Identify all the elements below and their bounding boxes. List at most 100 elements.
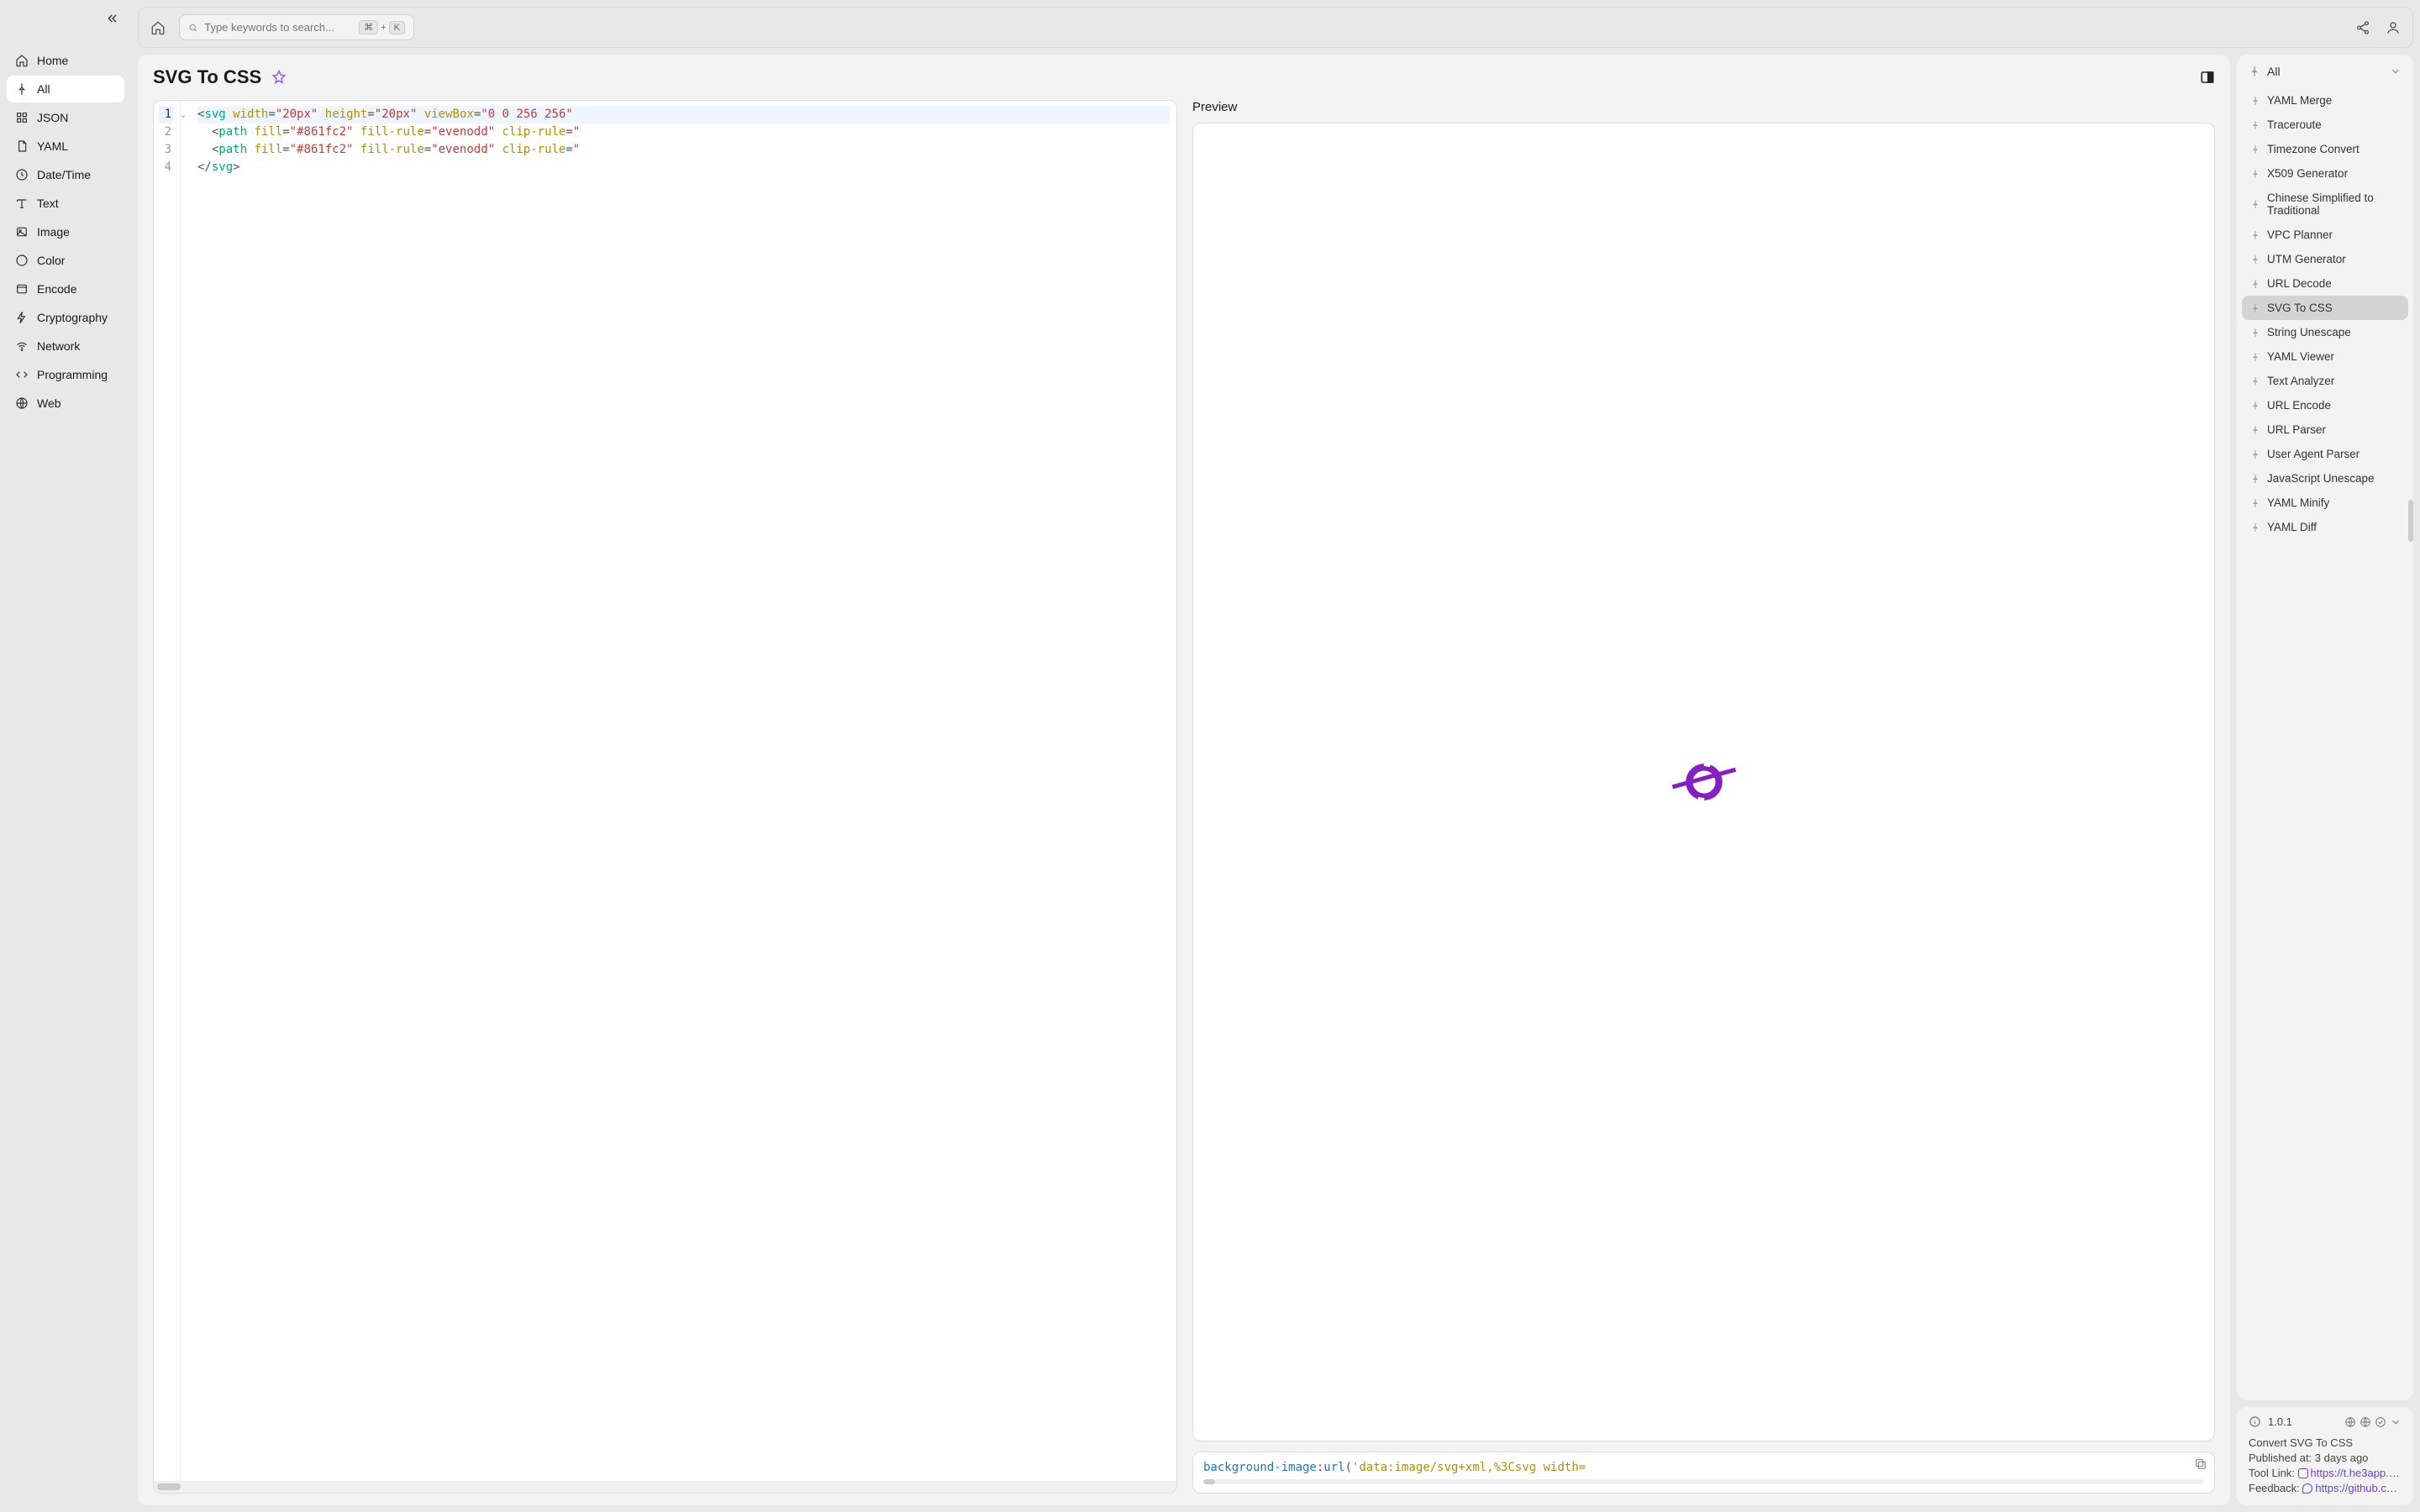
tool-item-x-generator[interactable]: X509 Generator	[2242, 161, 2408, 186]
sidebar-item-label: Image	[37, 225, 70, 239]
preview-box	[1192, 123, 2215, 1441]
tool-item-vpc-planner[interactable]: VPC Planner	[2242, 223, 2408, 247]
tool-item-yaml-minify[interactable]: YAML Minify	[2242, 491, 2408, 515]
pin-icon	[2250, 144, 2260, 155]
sidebar-item-label: Programming	[37, 368, 108, 381]
css-output-code[interactable]: background-image:url('data:image/svg+xml…	[1203, 1461, 2204, 1474]
tool-item-label: Text Analyzer	[2267, 375, 2334, 387]
globe-icon-2[interactable]	[2360, 1416, 2371, 1428]
fold-column[interactable]: ⌄	[181, 101, 191, 1481]
search-input[interactable]	[204, 21, 352, 34]
tool-item-yaml-merge[interactable]: YAML Merge	[2242, 88, 2408, 113]
sidebar-item-image[interactable]: Image	[7, 218, 124, 245]
sidebar-item-yaml[interactable]: YAML	[7, 133, 124, 160]
info-tool-link[interactable]: Tool Link: https://t.he3app.co…	[2249, 1467, 2402, 1479]
tool-item-label: X509 Generator	[2267, 167, 2348, 180]
tool-item-utm-generator[interactable]: UTM Generator	[2242, 247, 2408, 271]
code-lines[interactable]: <svg width="20px" height="20px" viewBox=…	[191, 101, 1176, 1481]
search-box[interactable]: ⌘ + K	[179, 14, 414, 40]
tool-item-yaml-viewer[interactable]: YAML Viewer	[2242, 344, 2408, 369]
tool-item-url-encode[interactable]: URL Encode	[2242, 393, 2408, 417]
tools-panel: All YAML MergeTracerouteTimezone Convert…	[2237, 55, 2413, 1400]
sidebar-item-network[interactable]: Network	[7, 333, 124, 360]
tool-item-timezone-convert[interactable]: Timezone Convert	[2242, 137, 2408, 161]
tools-panel-scrollbar[interactable]	[2408, 500, 2413, 542]
tool-item-chinese-simplified-to-traditional[interactable]: Chinese Simplified to Traditional	[2242, 186, 2408, 223]
sidebar-item-text[interactable]: Text	[7, 190, 124, 217]
user-icon[interactable]	[2386, 20, 2401, 35]
pin-icon	[2250, 401, 2260, 411]
tool-item-svg-to-css[interactable]: SVG To CSS	[2242, 296, 2408, 320]
sidebar-item-color[interactable]: Color	[7, 247, 124, 274]
content: SVG To CSS 1234 ⌄	[138, 55, 2230, 1505]
sidebar-item-programming[interactable]: Programming	[7, 361, 124, 388]
share-icon[interactable]	[2355, 20, 2370, 35]
pin-icon	[2250, 498, 2260, 508]
sidebar-item-encode[interactable]: Encode	[7, 276, 124, 302]
toggle-panel-icon[interactable]	[2200, 70, 2215, 85]
tool-item-label: Chinese Simplified to Traditional	[2267, 192, 2400, 217]
main: ⌘ + K SVG To CSS	[131, 0, 2420, 1512]
sidebar-item-date-time[interactable]: Date/Time	[7, 161, 124, 188]
tool-item-label: VPC Planner	[2267, 228, 2333, 241]
doc-icon	[15, 139, 29, 153]
tool-item-label: YAML Viewer	[2267, 350, 2334, 363]
home-button[interactable]	[150, 19, 167, 36]
tool-item-traceroute[interactable]: Traceroute	[2242, 113, 2408, 137]
sidebar-item-json[interactable]: JSON	[7, 104, 124, 131]
tool-item-user-agent-parser[interactable]: User Agent Parser	[2242, 442, 2408, 466]
pin-icon	[2250, 474, 2260, 484]
pin-icon	[15, 82, 29, 96]
tool-item-label: YAML Diff	[2267, 521, 2317, 533]
tool-item-label: URL Parser	[2267, 423, 2326, 436]
tool-item-text-analyzer[interactable]: Text Analyzer	[2242, 369, 2408, 393]
tool-item-label: URL Encode	[2267, 399, 2331, 412]
wifi-icon	[15, 339, 29, 353]
tool-item-url-parser[interactable]: URL Parser	[2242, 417, 2408, 442]
home-icon	[15, 54, 29, 67]
expand-chevron-icon[interactable]	[2390, 1416, 2402, 1428]
tool-item-javascript-unescape[interactable]: JavaScript Unescape	[2242, 466, 2408, 491]
tools-panel-title: All	[2267, 65, 2281, 78]
sidebar: HomeAllJSONYAMLDate/TimeText Image Color En…	[0, 0, 131, 1512]
sidebar-item-cryptography[interactable]: Cryptography	[7, 304, 124, 331]
code-icon	[15, 368, 29, 381]
tool-item-label: URL Decode	[2267, 277, 2332, 290]
tool-item-label: User Agent Parser	[2267, 448, 2360, 460]
editor-gutter: 1234	[154, 101, 181, 1481]
grid-icon	[15, 111, 29, 124]
preview-label: Preview	[1192, 100, 2215, 114]
sidebar-item-web[interactable]: Web	[7, 390, 124, 417]
editor-horizontal-scrollbar[interactable]	[154, 1481, 1176, 1493]
tool-item-label: UTM Generator	[2267, 253, 2346, 265]
sidebar-item-all[interactable]: All	[7, 76, 124, 102]
clock-icon	[15, 168, 29, 181]
chevron-down-icon	[2390, 66, 2402, 77]
check-circle-icon[interactable]	[2375, 1416, 2386, 1428]
search-icon	[188, 22, 197, 34]
sidebar-item-label: Web	[37, 396, 61, 410]
sidebar-item-label: Color	[37, 254, 65, 267]
info-panel: 1.0.1 Convert SVG To CSS Published at: 3…	[2237, 1407, 2413, 1505]
pin-icon	[2250, 522, 2260, 533]
copy-output-button[interactable]	[2194, 1457, 2207, 1471]
tool-item-string-unescape[interactable]: String Unescape	[2242, 320, 2408, 344]
pin-icon	[2250, 425, 2260, 435]
pin-icon	[2250, 96, 2260, 106]
sidebar-item-home[interactable]: Home	[7, 47, 124, 74]
globe-icon	[15, 396, 29, 410]
tool-item-url-decode[interactable]: URL Decode	[2242, 271, 2408, 296]
output-horizontal-scrollbar[interactable]	[1203, 1479, 2204, 1484]
info-description: Convert SVG To CSS	[2249, 1436, 2402, 1449]
favorite-star-icon[interactable]	[271, 70, 287, 85]
version-text: 1.0.1	[2268, 1415, 2292, 1428]
collapse-sidebar-button[interactable]	[106, 12, 119, 25]
tools-panel-header[interactable]: All	[2237, 55, 2413, 88]
pin-icon	[2250, 120, 2260, 130]
text-icon	[15, 197, 29, 210]
globe-icon[interactable]	[2344, 1416, 2356, 1428]
tool-item-yaml-diff[interactable]: YAML Diff	[2242, 515, 2408, 539]
pin-icon	[2250, 328, 2260, 338]
info-feedback-link[interactable]: Feedback: https://github.com/…	[2249, 1482, 2402, 1494]
code-editor[interactable]: 1234 ⌄ <svg width="20px" height="20px" v…	[153, 100, 1177, 1494]
